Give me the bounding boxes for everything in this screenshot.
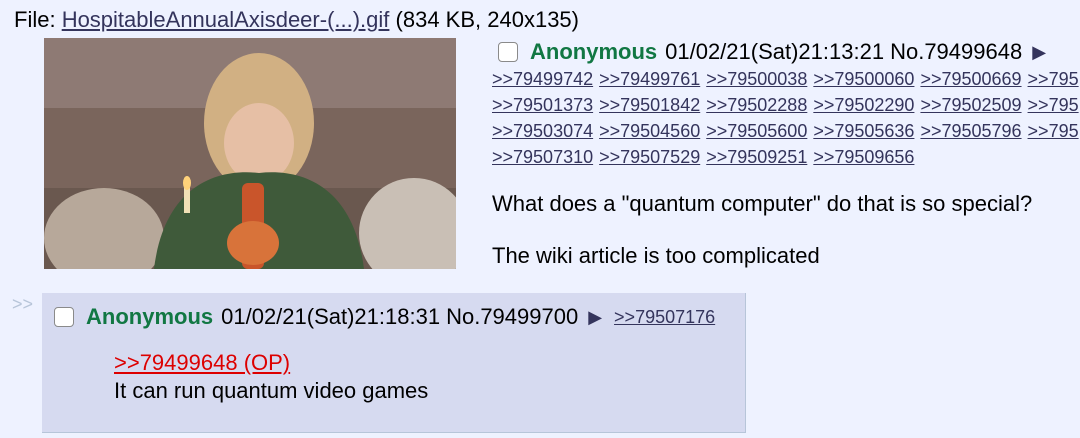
backlink-row: >>79499742 >>79499761 >>79500038 >>79500060… — [492, 66, 1080, 92]
backlink[interactable]: >>79499742 — [492, 69, 593, 89]
thread-page: File: HospitableAnnualAxisdeer-(...).gif… — [0, 0, 1080, 438]
reply-poster-name: Anonymous — [86, 304, 214, 329]
file-label: File: — [14, 7, 56, 32]
backlink[interactable]: >>795 — [1028, 95, 1079, 115]
reply-select-checkbox[interactable] — [54, 307, 74, 327]
backlink[interactable]: >>79502509 — [920, 95, 1021, 115]
reply-post-number[interactable]: No.79499700 — [446, 303, 578, 331]
backlink[interactable]: >>79502290 — [813, 95, 914, 115]
op-thumbnail[interactable] — [44, 38, 456, 269]
op-backlinks: >>79499742 >>79499761 >>79500038 >>79500060… — [492, 66, 1080, 170]
backlink[interactable]: >>79509251 — [706, 147, 807, 167]
op-message: What does a "quantum computer" do that i… — [492, 190, 1032, 270]
backlink[interactable]: >>79505600 — [706, 121, 807, 141]
backlink[interactable]: >>79507529 — [599, 147, 700, 167]
reply-message: >>79499648 (OP) It can run quantum video… — [114, 349, 428, 405]
op-datetime: 01/02/21(Sat)21:13:21 — [665, 39, 885, 64]
op-message-line: The wiki article is too complicated — [492, 243, 820, 268]
op-poster-name: Anonymous — [530, 39, 658, 64]
reply-datetime: 01/02/21(Sat)21:18:31 — [221, 304, 441, 329]
backlink[interactable]: >>79505796 — [920, 121, 1021, 141]
reply-side-arrows: >> — [12, 294, 34, 314]
backlink[interactable]: >>795 — [1028, 69, 1079, 89]
op-menu-arrow-icon[interactable]: ▶ — [1032, 38, 1046, 66]
backlink[interactable]: >>79503074 — [492, 121, 593, 141]
backlink[interactable]: >>79504560 — [599, 121, 700, 141]
file-link[interactable]: HospitableAnnualAxisdeer-(...).gif — [62, 7, 390, 32]
op-post-number[interactable]: No.79499648 — [890, 38, 1022, 66]
reply-text: It can run quantum video games — [114, 378, 429, 403]
thumbnail-image — [44, 38, 456, 269]
reply-post: Anonymous 01/02/21(Sat)21:18:31 No.79499… — [42, 293, 746, 433]
backlink-row: >>79503074 >>79504560 >>79505600 >>79505636… — [492, 118, 1080, 144]
file-info: File: HospitableAnnualAxisdeer-(...).gif… — [14, 6, 579, 34]
op-post-header: Anonymous 01/02/21(Sat)21:13:21 No.79499… — [498, 38, 1046, 66]
backlink[interactable]: >>79505636 — [813, 121, 914, 141]
reply-menu-arrow-icon[interactable]: ▶ — [588, 303, 602, 331]
backlink[interactable]: >>79509656 — [813, 147, 914, 167]
backlink[interactable]: >>79507310 — [492, 147, 593, 167]
op-message-line: What does a "quantum computer" do that i… — [492, 191, 1033, 216]
backlink[interactable]: >>79500669 — [920, 69, 1021, 89]
reply-backlink[interactable]: >>79507176 — [614, 303, 715, 331]
reply-post-header: Anonymous 01/02/21(Sat)21:18:31 No.79499… — [54, 303, 715, 331]
backlink-row: >>79507310 >>79507529 >>79509251 >>79509656 — [492, 144, 1080, 170]
op-select-checkbox[interactable] — [498, 42, 518, 62]
backlink[interactable]: >>79502288 — [706, 95, 807, 115]
backlink[interactable]: >>79500038 — [706, 69, 807, 89]
backlink[interactable]: >>79500060 — [813, 69, 914, 89]
backlink[interactable]: >>79501373 — [492, 95, 593, 115]
backlink[interactable]: >>79501842 — [599, 95, 700, 115]
backlink[interactable]: >>795 — [1028, 121, 1079, 141]
backlink[interactable]: >>79499761 — [599, 69, 700, 89]
backlink-row: >>79501373 >>79501842 >>79502288 >>79502290… — [492, 92, 1080, 118]
file-meta: (834 KB, 240x135) — [395, 7, 579, 32]
reply-quote-link[interactable]: >>79499648 (OP) — [114, 350, 290, 375]
